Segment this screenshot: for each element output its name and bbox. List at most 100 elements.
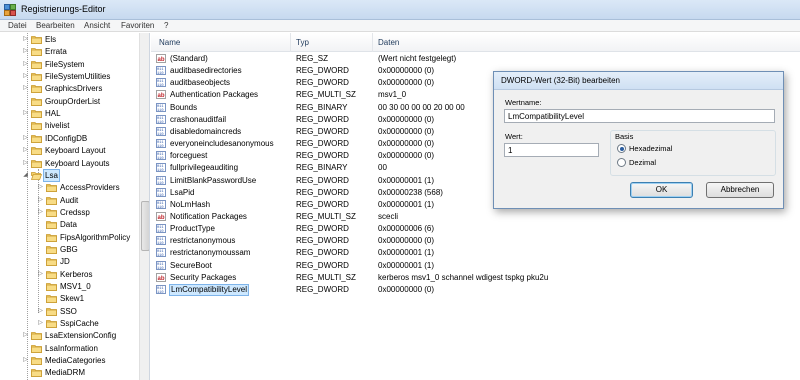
value-type: REG_BINARY [296,163,348,173]
value-name: LsaPid [170,187,195,197]
value-row[interactable]: 011 110 ProductType REG_DWORD 0x00000006 (6) [151,223,800,235]
tree-item-msv1-0[interactable]: MSV1_0 [0,281,136,292]
menu-help[interactable]: ? [164,21,168,30]
no-expand-spacer [22,344,29,352]
column-header-type[interactable]: Typ [296,38,309,47]
tree-item-label: GroupOrderList [45,96,101,106]
expand-arrow-icon[interactable]: ▷ [22,134,29,142]
menu-bearbeiten[interactable]: Bearbeiten [36,21,75,30]
tree-item-data[interactable]: Data [0,219,136,230]
tree-item-graphicsdrivers[interactable]: ▷ GraphicsDrivers [0,83,136,94]
tree-item-credssp[interactable]: ▷ Credssp [0,207,136,218]
collapse-arrow-icon[interactable]: ◢ [22,171,29,179]
menu-datei[interactable]: Datei [8,21,27,30]
value-data-field[interactable] [504,143,599,157]
tree-item-jd[interactable]: JD [0,256,136,267]
hexadecimal-label[interactable]: Hexadezimal [629,144,672,153]
cancel-button[interactable]: Abbrechen [706,182,774,198]
value-row[interactable]: ab (Standard) REG_SZ (Wert nicht festgelegt… [151,53,800,65]
svg-text:ab: ab [158,276,165,282]
binary-value-icon: 011 110 [156,163,166,173]
tree-item-label: MediaCategories [45,356,106,366]
expand-arrow-icon[interactable]: ▷ [22,146,29,154]
expand-arrow-icon[interactable]: ▷ [37,307,44,315]
expand-arrow-icon[interactable]: ▷ [37,270,44,278]
expand-arrow-icon[interactable]: ▷ [22,72,29,80]
value-data: 0x00000000 (0) [378,66,435,76]
key-tree[interactable]: ▷ Els ▷ Errata ▷ FileSystem ▷ FileSystemUtiliti… [0,33,150,380]
expand-arrow-icon[interactable]: ▷ [22,84,29,92]
binary-value-icon: 011 110 [156,66,166,76]
dialog-title-bar[interactable]: DWORD-Wert (32-Bit) bearbeiten [494,72,783,90]
svg-text:110: 110 [157,230,163,233]
tree-item-els[interactable]: ▷ Els [0,34,136,45]
tree-item-idconfigdb[interactable]: ▷ IDConfigDB [0,133,136,144]
expand-arrow-icon[interactable]: ▷ [22,47,29,55]
expand-arrow-icon[interactable]: ▷ [37,319,44,327]
expand-arrow-icon[interactable]: ▷ [37,208,44,216]
no-expand-spacer [22,368,29,376]
menu-favoriten[interactable]: Favoriten [121,21,154,30]
tree-item-fipsalgorithmpolicy[interactable]: FipsAlgorithmPolicy [0,232,136,243]
tree-item-filesystemutilities[interactable]: ▷ FileSystemUtilities [0,71,136,82]
value-row[interactable]: ab Security Packages REG_MULTI_SZ kerberos … [151,272,800,284]
tree-item-lsainformation[interactable]: LsaInformation [0,343,136,354]
expand-arrow-icon[interactable]: ▷ [22,356,29,364]
tree-item-audit[interactable]: ▷ Audit [0,195,136,206]
value-type: REG_DWORD [296,199,349,209]
value-row[interactable]: 011 110 LmCompatibilityLevel REG_DWORD 0x000… [151,283,800,296]
value-name-label: Wertname: [505,98,542,107]
folder-icon [46,319,57,328]
expand-arrow-icon[interactable]: ▷ [37,183,44,191]
tree-item-grouporderlist[interactable]: GroupOrderList [0,96,136,107]
folder-icon [31,331,42,341]
ok-button[interactable]: OK [630,182,693,198]
value-type: REG_BINARY [296,102,348,112]
decimal-label[interactable]: Dezimal [629,158,656,167]
tree-item-mediadrm[interactable]: MediaDRM [0,367,136,378]
tree-item-lsaextensionconfig[interactable]: ▷ LsaExtensionConfig [0,330,136,341]
tree-item-gbg[interactable]: GBG [0,244,136,255]
value-row[interactable]: 011 110 SecureBoot REG_DWORD 0x00000001 (1) [151,260,800,272]
expand-arrow-icon[interactable]: ▷ [22,60,29,68]
tree-item-accessproviders[interactable]: ▷ AccessProviders [0,182,136,193]
tree-item-mediacategories[interactable]: ▷ MediaCategories [0,355,136,366]
hexadecimal-radio[interactable] [617,144,626,153]
value-row[interactable]: ab Notification Packages REG_MULTI_SZ scecl… [151,211,800,223]
folder-icon [31,344,42,353]
column-header-data[interactable]: Daten [378,38,399,47]
tree-item-lsa[interactable]: ◢ Lsa [0,168,136,182]
value-row[interactable]: 011 110 restrictanonymous REG_DWORD 0x000000… [151,235,800,247]
value-type: REG_SZ [296,54,329,63]
value-data: 0x00000000 (0) [378,114,435,124]
value-name: auditbaseobjects [170,78,231,88]
expand-arrow-icon[interactable]: ▷ [22,35,29,43]
expand-arrow-icon[interactable]: ▷ [37,196,44,204]
tree-item-kerberos[interactable]: ▷ Kerberos [0,269,136,280]
tree-item-hivelist[interactable]: hivelist [0,120,136,131]
tree-item-errata[interactable]: ▷ Errata [0,46,136,57]
expand-arrow-icon[interactable]: ▷ [22,109,29,117]
folder-icon [31,146,42,156]
tree-item-sso[interactable]: ▷ SSO [0,306,136,317]
tree-item-keyboard-layout[interactable]: ▷ Keyboard Layout [0,145,136,156]
tree-item-filesystem[interactable]: ▷ FileSystem [0,59,136,70]
value-name: LimitBlankPasswordUse [170,175,257,185]
expand-arrow-icon[interactable]: ▷ [22,159,29,167]
value-row[interactable]: 011 110 restrictanonymoussam REG_DWORD 0x000… [151,247,800,259]
expand-arrow-icon[interactable]: ▷ [22,331,29,339]
tree-item-label: hivelist [45,121,70,131]
tree-scrollbar[interactable] [139,33,149,380]
tree-item-keyboard-layouts[interactable]: ▷ Keyboard Layouts [0,158,136,169]
value-type: REG_DWORD [296,260,349,270]
menu-ansicht[interactable]: Ansicht [84,21,110,30]
tree-item-skew1[interactable]: Skew1 [0,293,136,304]
column-separator[interactable] [372,33,373,52]
tree-item-hal[interactable]: ▷ HAL [0,108,136,119]
column-header-name[interactable]: Name [159,38,180,47]
tree-scrollbar-thumb[interactable] [141,201,149,251]
value-name-field[interactable] [504,109,775,123]
column-separator[interactable] [290,33,291,52]
decimal-radio[interactable] [617,158,626,167]
tree-item-sspicache[interactable]: ▷ SspiCache [0,318,136,329]
